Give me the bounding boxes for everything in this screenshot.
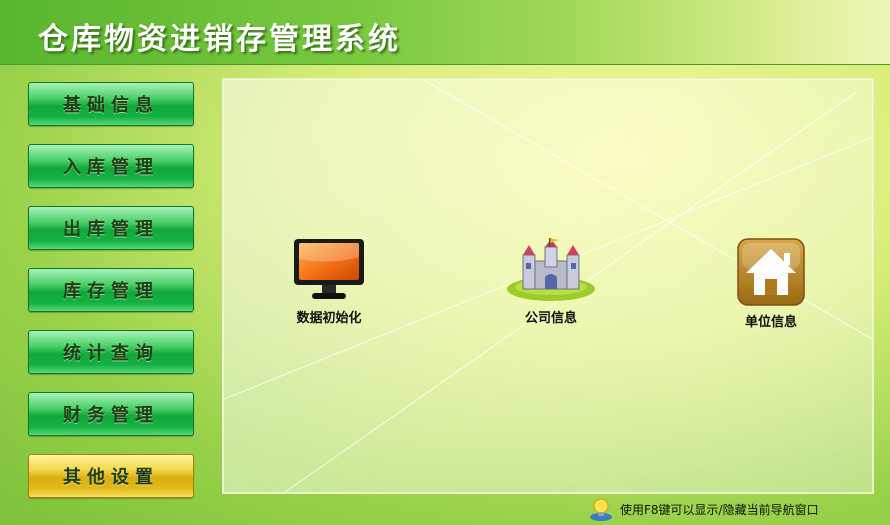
app-window: 仓库物资进销存管理系统 基础信息 入库管理 出库管理 库存管理 统计查询 财务管… (0, 0, 890, 525)
tile-company-info[interactable]: 公司信息 (491, 237, 611, 326)
house-icon (737, 238, 805, 306)
sidebar-item-label: 其他设置 (63, 467, 159, 488)
sidebar-item-label: 库存管理 (63, 281, 159, 302)
sidebar-item-statistics[interactable]: 统计查询 (28, 330, 194, 374)
tile-label: 数据初始化 (296, 311, 362, 326)
sidebar-item-basic-info[interactable]: 基础信息 (28, 82, 194, 126)
sidebar-item-label: 出库管理 (63, 219, 159, 240)
monitor-icon (294, 239, 364, 299)
status-hint: 使用F8键可以显示/隐藏当前导航窗口 (620, 502, 819, 517)
sidebar-item-stock-out[interactable]: 出库管理 (28, 206, 194, 250)
castle-icon (507, 238, 595, 301)
user-lightbulb-icon (590, 498, 612, 521)
sidebar-nav: 基础信息 入库管理 出库管理 库存管理 统计查询 财务管理 其他设置 (28, 82, 194, 516)
tile-label: 单位信息 (744, 315, 797, 330)
sidebar-item-label: 入库管理 (63, 157, 159, 178)
sidebar-item-label: 统计查询 (63, 343, 159, 364)
sidebar-item-finance[interactable]: 财务管理 (28, 392, 194, 436)
sidebar-item-other-settings[interactable]: 其他设置 (28, 454, 194, 498)
title-bar: 仓库物资进销存管理系统 (0, 0, 890, 65)
sidebar-item-inventory[interactable]: 库存管理 (28, 268, 194, 312)
tile-data-init[interactable]: 数据初始化 (269, 237, 389, 326)
background-streak (422, 79, 873, 380)
sidebar-item-label: 基础信息 (63, 95, 159, 116)
main-panel: 数据初始化 公司信息 单位信息 (222, 78, 874, 494)
tile-unit-info[interactable]: 单位信息 (711, 237, 831, 330)
status-bar: 使用F8键可以显示/隐藏当前导航窗口 (588, 494, 819, 524)
sidebar-item-stock-in[interactable]: 入库管理 (28, 144, 194, 188)
tile-label: 公司信息 (524, 311, 577, 326)
app-title: 仓库物资进销存管理系统 (38, 22, 401, 57)
sidebar-item-label: 财务管理 (63, 405, 159, 426)
